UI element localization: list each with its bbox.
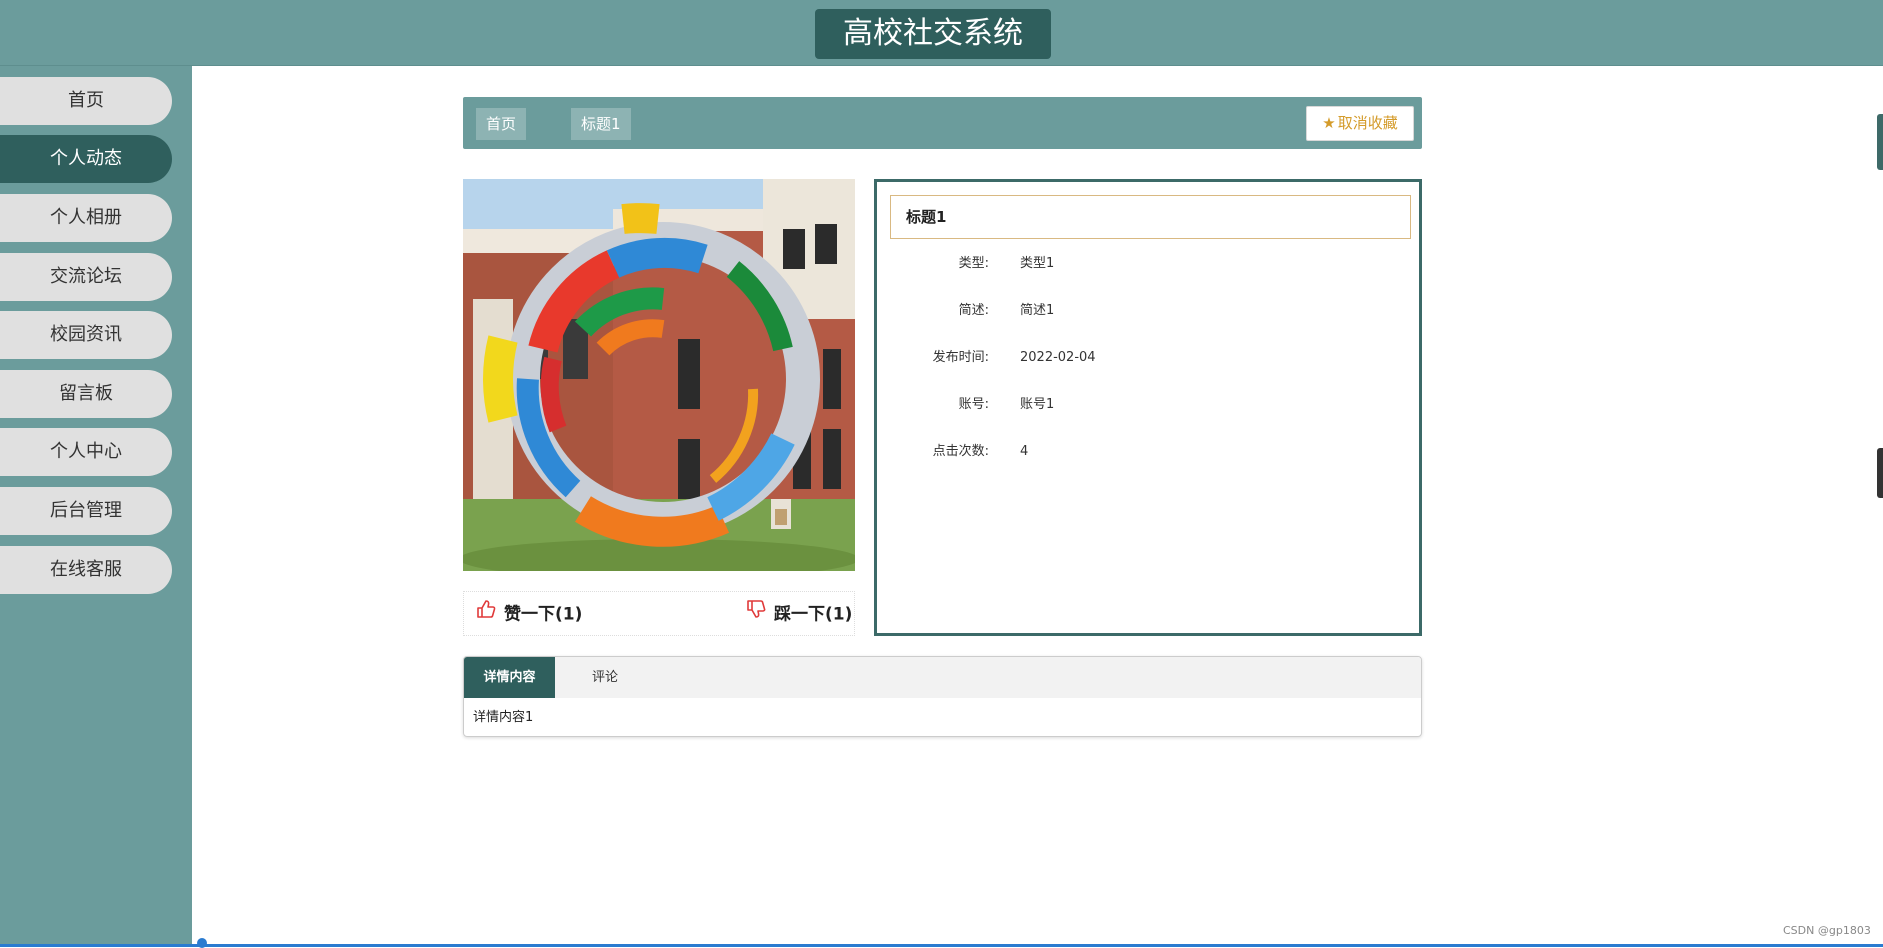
breadcrumb: 首页 标题1 ★ 取消收藏 <box>463 97 1422 149</box>
dislike-button[interactable]: 踩一下(1) <box>746 592 852 637</box>
sidebar-item-personal-center[interactable]: 个人中心 <box>0 428 172 476</box>
tab-details[interactable]: 详情内容 <box>464 657 555 698</box>
sidebar-item-admin[interactable]: 后台管理 <box>0 487 172 535</box>
sidebar-item-customer-service[interactable]: 在线客服 <box>0 546 172 594</box>
star-icon: ★ <box>1322 114 1336 132</box>
like-button[interactable]: 赞一下(1) <box>476 592 582 637</box>
breadcrumb-current: 标题1 <box>571 108 631 140</box>
post-image <box>463 179 855 571</box>
tab-content: 详情内容1 <box>473 710 534 725</box>
sidebar-item-forum[interactable]: 交流论坛 <box>0 253 172 301</box>
detail-row-account: 账号: 账号1 <box>958 397 1055 412</box>
scrollbar-handle[interactable] <box>1877 114 1883 170</box>
tab-comments[interactable]: 评论 <box>555 657 655 698</box>
thumbs-up-icon <box>476 592 496 637</box>
app-header: 高校社交系统 <box>0 0 1883 66</box>
detail-row-publish-time: 发布时间: 2022-02-04 <box>932 350 1096 365</box>
scrollbar-handle[interactable] <box>1877 448 1883 498</box>
sidebar-item-personal-feed[interactable]: 个人动态 <box>0 135 172 183</box>
content-tabs: 详情内容 评论 详情内容1 <box>463 656 1422 737</box>
detail-panel: 标题1 类型: 类型1 简述: 简述1 发布时间: 2022-02-04 账号:… <box>874 179 1422 636</box>
detail-title: 标题1 <box>890 195 1411 239</box>
site-title: 高校社交系统 <box>815 9 1051 59</box>
unfavorite-button[interactable]: ★ 取消收藏 <box>1306 106 1414 141</box>
thumbs-down-icon <box>746 592 766 637</box>
detail-row-clicks: 点击次数: 4 <box>932 444 1029 459</box>
sidebar: 首页 个人动态 个人相册 交流论坛 校园资讯 留言板 个人中心 后台管理 在线客… <box>0 66 192 947</box>
detail-row-type: 类型: 类型1 <box>958 256 1055 271</box>
sidebar-item-message-board[interactable]: 留言板 <box>0 370 172 418</box>
watermark: CSDN @gp1803 <box>1783 924 1871 937</box>
sidebar-item-home[interactable]: 首页 <box>0 77 172 125</box>
sidebar-item-campus-news[interactable]: 校园资讯 <box>0 311 172 359</box>
vote-bar: 赞一下(1) 踩一下(1) <box>463 591 855 636</box>
tab-bar: 详情内容 评论 <box>464 657 1421 698</box>
sidebar-item-album[interactable]: 个人相册 <box>0 194 172 242</box>
detail-row-summary: 简述: 简述1 <box>958 303 1055 318</box>
breadcrumb-home[interactable]: 首页 <box>476 108 527 140</box>
